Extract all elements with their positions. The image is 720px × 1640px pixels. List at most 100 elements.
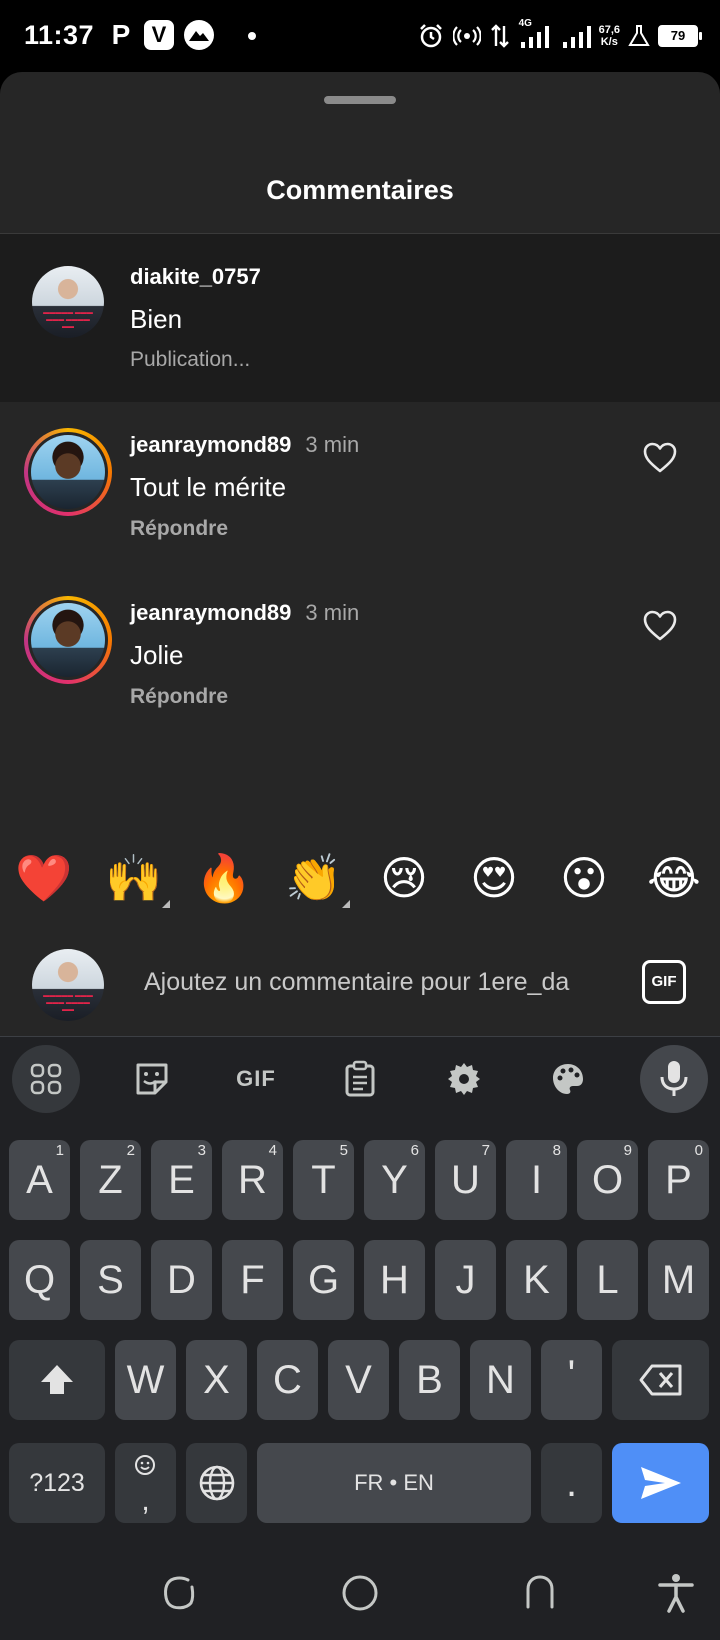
signal-icon — [562, 26, 591, 48]
comment-time: 3 min — [305, 432, 360, 457]
theme-palette-icon[interactable] — [534, 1045, 602, 1113]
comment-header: jeanraymond89 3 min — [130, 432, 359, 458]
sheet-title: Commentaires — [266, 175, 454, 205]
key-o[interactable]: O9 — [577, 1140, 638, 1220]
emoji-quick-bar: ❤️ 🙌 🔥 👏 😢 😍 😮 😂 — [0, 846, 720, 918]
key-j[interactable]: J — [435, 1240, 496, 1320]
keyboard: GIF A1 Z2 E3 R4 T5 Y6 U7 I8 O9 P0 Q S D … — [0, 1036, 720, 1640]
comment-text: Bien — [130, 304, 183, 334]
status-icons: 4G 67,6 K/s 79 — [417, 18, 702, 52]
key-r[interactable]: R4 — [222, 1140, 283, 1220]
microphone-icon[interactable] — [640, 1045, 708, 1113]
settings-gear-icon[interactable] — [430, 1045, 498, 1113]
accessibility-icon[interactable] — [654, 1571, 698, 1615]
emoji-surprised-face[interactable]: 😮 — [554, 846, 614, 910]
lab-flask-icon — [628, 25, 650, 46]
key-u[interactable]: U7 — [435, 1140, 496, 1220]
period-key[interactable]: . — [541, 1443, 602, 1523]
emoji-heart[interactable]: ❤️ — [14, 846, 74, 910]
space-bar[interactable]: FR • EN — [257, 1443, 531, 1523]
key-b[interactable]: B — [399, 1340, 460, 1420]
pending-comment: ▬▬▬▬▬ ▬▬▬ ▬▬▬ ▬▬▬▬ ▬▬ diakite_0757 Bien Pu… — [0, 234, 720, 402]
data-transfer-icon — [490, 24, 509, 48]
heart-icon[interactable] — [642, 440, 678, 476]
app-notification-icon-mountain — [184, 20, 214, 50]
battery-indicator: 79 — [658, 25, 702, 47]
key-p[interactable]: P0 — [648, 1140, 709, 1220]
drag-handle[interactable] — [324, 96, 396, 104]
key-n[interactable]: N — [470, 1340, 531, 1420]
sticker-icon[interactable] — [118, 1045, 186, 1113]
key-z[interactable]: Z2 — [80, 1140, 141, 1220]
emoji-tears-of-joy[interactable]: 😂 — [644, 846, 704, 910]
avatar — [31, 435, 105, 509]
status-bar: 11:37 P V 4G 67,6 K/s 79 — [0, 0, 720, 72]
recents-icon[interactable] — [158, 1571, 202, 1615]
key-c[interactable]: C — [257, 1340, 318, 1420]
own-avatar: ▬▬▬▬▬ ▬▬▬ ▬▬▬ ▬▬▬▬ ▬▬ — [32, 949, 104, 1021]
key-t[interactable]: T5 — [293, 1140, 354, 1220]
key-x[interactable]: X — [186, 1340, 247, 1420]
avatar — [31, 603, 105, 677]
key-i[interactable]: I8 — [506, 1140, 567, 1220]
emoji-heart-eyes[interactable]: 😍 — [464, 846, 524, 910]
app-notification-icon-p: P — [111, 19, 131, 50]
key-v[interactable]: V — [328, 1340, 389, 1420]
comment-composer: ▬▬▬▬▬ ▬▬▬ ▬▬▬ ▬▬▬▬ ▬▬ Ajoutez un commentai… — [0, 936, 720, 1036]
network-speed: 67,6 K/s — [598, 24, 620, 48]
avatar[interactable]: ▬▬▬▬▬ ▬▬▬ ▬▬▬ ▬▬▬▬ ▬▬ — [32, 266, 104, 338]
key-g[interactable]: G — [293, 1240, 354, 1320]
comment-username[interactable]: diakite_0757 — [130, 264, 261, 290]
send-key[interactable] — [612, 1443, 709, 1523]
key-l[interactable]: L — [577, 1240, 638, 1320]
symbols-key[interactable]: ?123 — [9, 1443, 105, 1523]
back-icon[interactable] — [518, 1571, 562, 1615]
key-f[interactable]: F — [222, 1240, 283, 1320]
shift-key[interactable] — [9, 1340, 105, 1420]
key-a[interactable]: A1 — [9, 1140, 70, 1220]
key-w[interactable]: W — [115, 1340, 176, 1420]
emoji-crying-face[interactable]: 😢 — [374, 846, 434, 910]
comment-username[interactable]: jeanraymond89 — [130, 600, 291, 625]
comment-header: jeanraymond89 3 min — [130, 600, 359, 626]
key-apostrophe[interactable]: ' — [541, 1340, 602, 1420]
heart-icon[interactable] — [642, 608, 678, 644]
hotspot-icon — [452, 26, 481, 46]
reply-button[interactable]: Répondre — [130, 685, 228, 709]
key-s[interactable]: S — [80, 1240, 141, 1320]
comment-time: 3 min — [305, 600, 360, 625]
key-d[interactable]: D — [151, 1240, 212, 1320]
key-m[interactable]: M — [648, 1240, 709, 1320]
clipboard-icon[interactable] — [326, 1045, 394, 1113]
keyboard-apps-grid-icon[interactable] — [12, 1045, 80, 1113]
home-icon[interactable] — [338, 1571, 382, 1615]
system-nav-bar — [0, 1551, 720, 1640]
notification-dot — [248, 32, 256, 40]
key-k[interactable]: K — [506, 1240, 567, 1320]
comment-text: Tout le mérite — [130, 472, 287, 502]
key-q[interactable]: Q — [9, 1240, 70, 1320]
keyboard-gif-button[interactable]: GIF — [222, 1045, 290, 1113]
gif-button[interactable]: GIF — [642, 960, 686, 1004]
alarm-icon — [419, 24, 442, 48]
emoji-raising-hands[interactable]: 🙌 — [104, 846, 170, 910]
emoji-clapping-hands[interactable]: 👏 — [284, 846, 350, 910]
app-notification-icon-v: V — [144, 20, 174, 50]
comment-text: Jolie — [130, 640, 184, 670]
comment-username[interactable]: jeanraymond89 — [130, 432, 291, 457]
story-ring[interactable] — [24, 596, 112, 684]
comment-input[interactable]: Ajoutez un commentaire pour 1ere_da — [144, 968, 610, 997]
story-ring[interactable] — [24, 428, 112, 516]
send-arrow-icon — [640, 1467, 681, 1499]
posting-status: Publication... — [130, 348, 251, 371]
key-e[interactable]: E3 — [151, 1140, 212, 1220]
globe-language-key[interactable] — [186, 1443, 247, 1523]
key-y[interactable]: Y6 — [364, 1140, 425, 1220]
status-time: 11:37 — [24, 20, 95, 50]
reply-button[interactable]: Répondre — [130, 517, 228, 541]
emoji-fire[interactable]: 🔥 — [194, 846, 254, 910]
key-h[interactable]: H — [364, 1240, 425, 1320]
signal-4g-icon: 4G — [519, 18, 553, 50]
backspace-key[interactable] — [612, 1340, 709, 1420]
emoji-comma-key[interactable]: , — [115, 1443, 176, 1523]
